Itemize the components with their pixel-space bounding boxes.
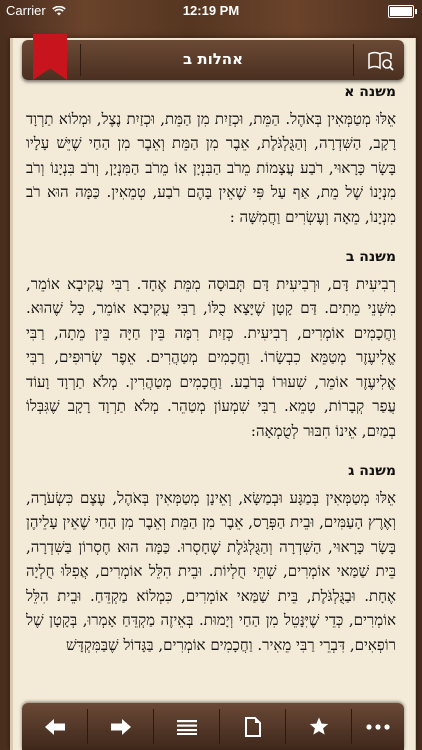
mishnah-heading: משנה ב (345, 249, 396, 265)
page-icon (244, 716, 261, 737)
library-button[interactable] (364, 46, 398, 74)
separator (80, 44, 81, 76)
mishnah-heading: משנה א (344, 84, 396, 100)
more-button[interactable] (352, 703, 404, 750)
previous-button[interactable] (22, 703, 87, 750)
battery-icon (388, 5, 417, 18)
bottom-toolbar (22, 703, 404, 750)
mishnah-text: אֵלּוּ מְטַמְּאִין בְּמַגָּע וּבְמַשָּׂא… (26, 488, 396, 654)
mishnah-section: משנה ב רְבִיעִית דָּם, וּרְבִיעִית דָּם … (26, 245, 396, 443)
mishnah-text: אֵלּוּ מְטַמְּאִין בְּאֹהֶל. הַמֵּת, וּכ… (26, 109, 396, 226)
open-book-search-icon (368, 51, 394, 71)
status-time: 12:19 PM (182, 3, 240, 18)
star-icon (309, 717, 328, 735)
mishnah-heading: משנה ג (348, 463, 396, 479)
more-icon (366, 723, 390, 730)
arrow-left-icon (44, 718, 65, 735)
mishnah-section: משנה ג אֵלּוּ מְטַמְּאִין בְּמַגָּע וּבְ… (26, 459, 396, 657)
page-view-button[interactable] (220, 703, 285, 750)
mishnah-content: משנה א אֵלּוּ מְטַמְּאִין בְּאֹהֶל. הַמֵ… (26, 80, 396, 700)
status-bar: Carrier 12:19 PM (0, 0, 422, 22)
list-icon (176, 719, 197, 735)
top-navigation-bar: אהלות ב (22, 40, 404, 80)
page-title: אהלות ב (182, 50, 244, 68)
favorite-button[interactable] (286, 703, 351, 750)
separator (353, 44, 354, 76)
next-button[interactable] (88, 703, 153, 750)
mishnah-text: רְבִיעִית דָּם, וּרְבִיעִית דָּם תְּבוּס… (26, 274, 396, 440)
arrow-right-icon (110, 718, 131, 735)
mishnah-section: משנה א אֵלּוּ מְטַמְּאִין בְּאֹהֶל. הַמֵ… (26, 80, 396, 229)
contents-button[interactable] (154, 703, 219, 750)
